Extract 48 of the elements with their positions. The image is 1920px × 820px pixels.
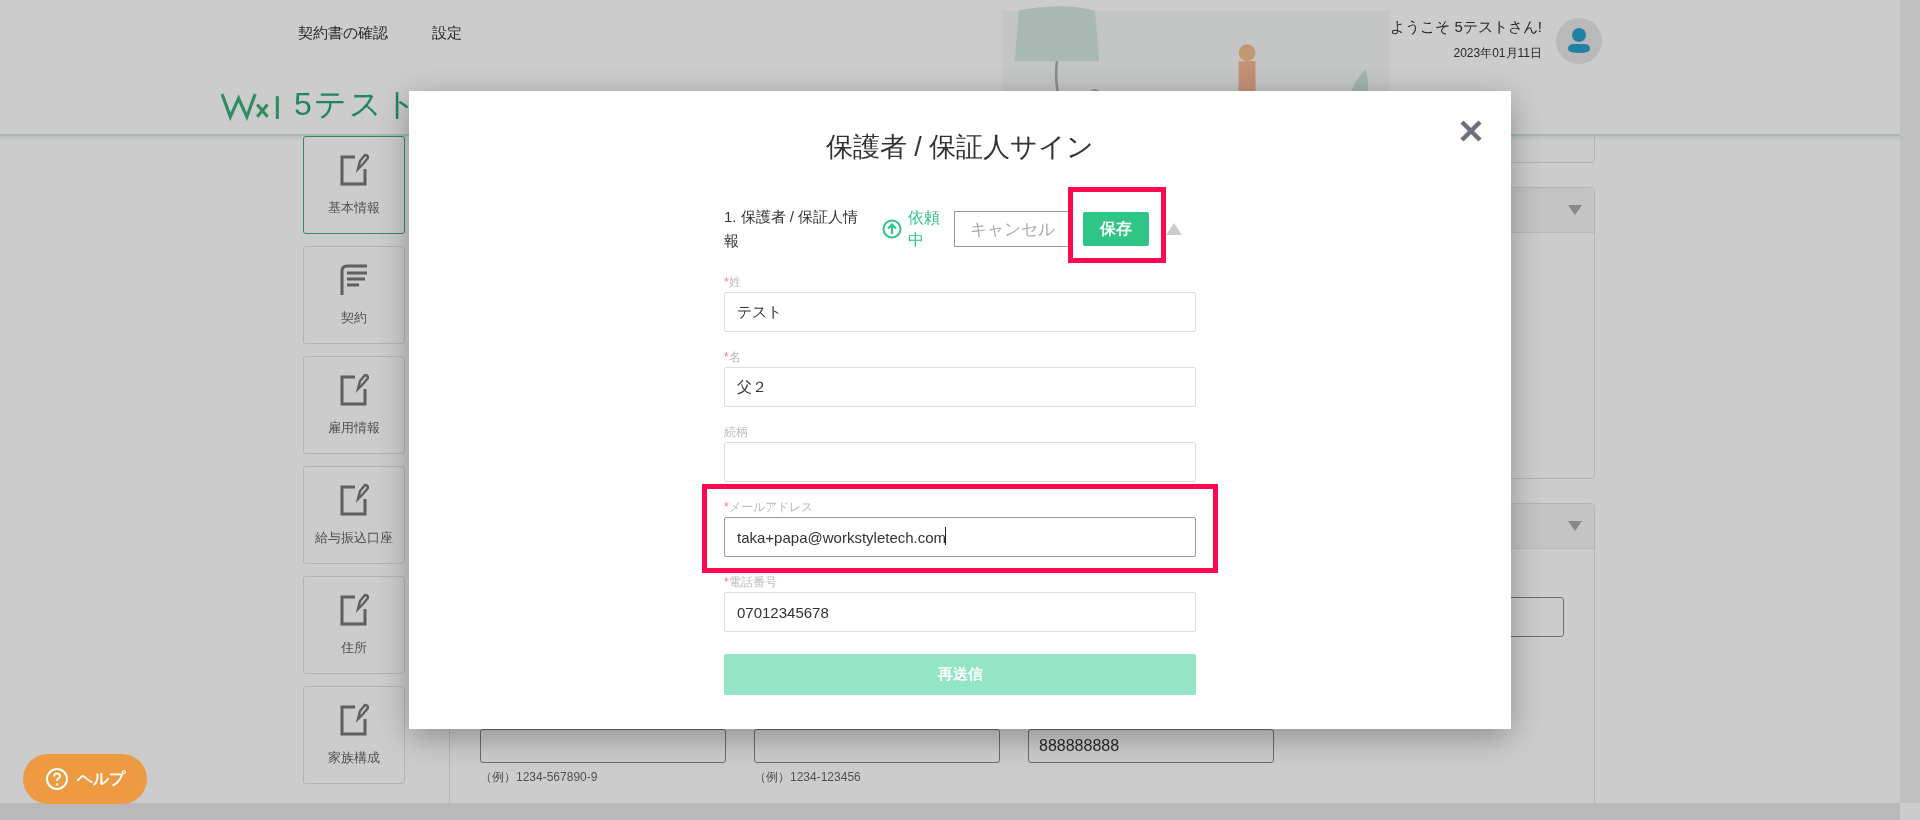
input-field[interactable]: 父２ <box>724 367 1196 407</box>
caret-down-icon <box>1568 521 1582 531</box>
caret-up-icon[interactable] <box>1165 223 1182 235</box>
text-cursor <box>945 527 946 545</box>
input-field[interactable] <box>480 729 726 763</box>
input-field[interactable]: テスト <box>724 292 1196 332</box>
input-field[interactable] <box>754 729 1000 763</box>
required-mark: * <box>724 500 729 514</box>
user-name-title: 5テスト <box>294 85 419 124</box>
date-text: 2023年01月11日 <box>1452 45 1542 62</box>
status-text: 依頼中 <box>908 208 941 250</box>
avatar-icon <box>1556 18 1602 64</box>
input-field[interactable]: 888888888 <box>1028 729 1274 763</box>
horizontal-scrollbar[interactable] <box>0 803 1900 820</box>
greeting-text: ようこそ 5テストさん! <box>1390 18 1542 37</box>
sidebar-item[interactable]: 基本情報 <box>303 136 405 234</box>
sidebar-item[interactable]: 契約 <box>303 246 405 344</box>
sidebar-item[interactable]: 給与振込口座 <box>303 466 405 564</box>
section-title: 1. 保護者 / 保証人情報 <box>724 207 860 251</box>
required-mark: * <box>724 575 729 589</box>
nav-link[interactable]: 設定 <box>432 24 462 43</box>
field-label: 電話番号 <box>728 575 777 589</box>
upload-icon <box>882 219 902 239</box>
field-label: 続柄 <box>724 425 748 439</box>
edit-icon <box>339 373 369 407</box>
field-label: 名 <box>728 350 741 364</box>
required-mark: * <box>724 350 729 364</box>
edit-icon <box>339 483 369 517</box>
sidebar-item[interactable]: 雇用情報 <box>303 356 405 454</box>
input-field[interactable]: taka+papa@workstyletech.com <box>724 517 1196 557</box>
field-label: 姓 <box>728 275 741 289</box>
nav-link[interactable]: 契約書の確認 <box>298 24 388 43</box>
sidebar-item[interactable]: 住所 <box>303 576 405 674</box>
close-icon[interactable] <box>1459 119 1483 143</box>
sidebar-item[interactable]: 家族構成 <box>303 686 405 784</box>
caret-down-icon <box>1568 205 1582 215</box>
edit-icon <box>339 703 369 737</box>
modal-title: 保護者 / 保証人サイン <box>825 131 1095 164</box>
field-label: メールアドレス <box>728 500 813 514</box>
list-icon <box>339 263 369 297</box>
hint-text: （例）1234-123456 <box>754 769 862 786</box>
help-icon <box>45 767 69 791</box>
hint-text: （例）1234-567890-9 <box>480 769 599 786</box>
edit-icon <box>339 593 369 627</box>
input-field[interactable]: 07012345678 <box>724 592 1196 632</box>
required-mark: * <box>724 275 729 289</box>
edit-icon <box>339 153 369 187</box>
vertical-scrollbar[interactable] <box>1900 0 1920 803</box>
